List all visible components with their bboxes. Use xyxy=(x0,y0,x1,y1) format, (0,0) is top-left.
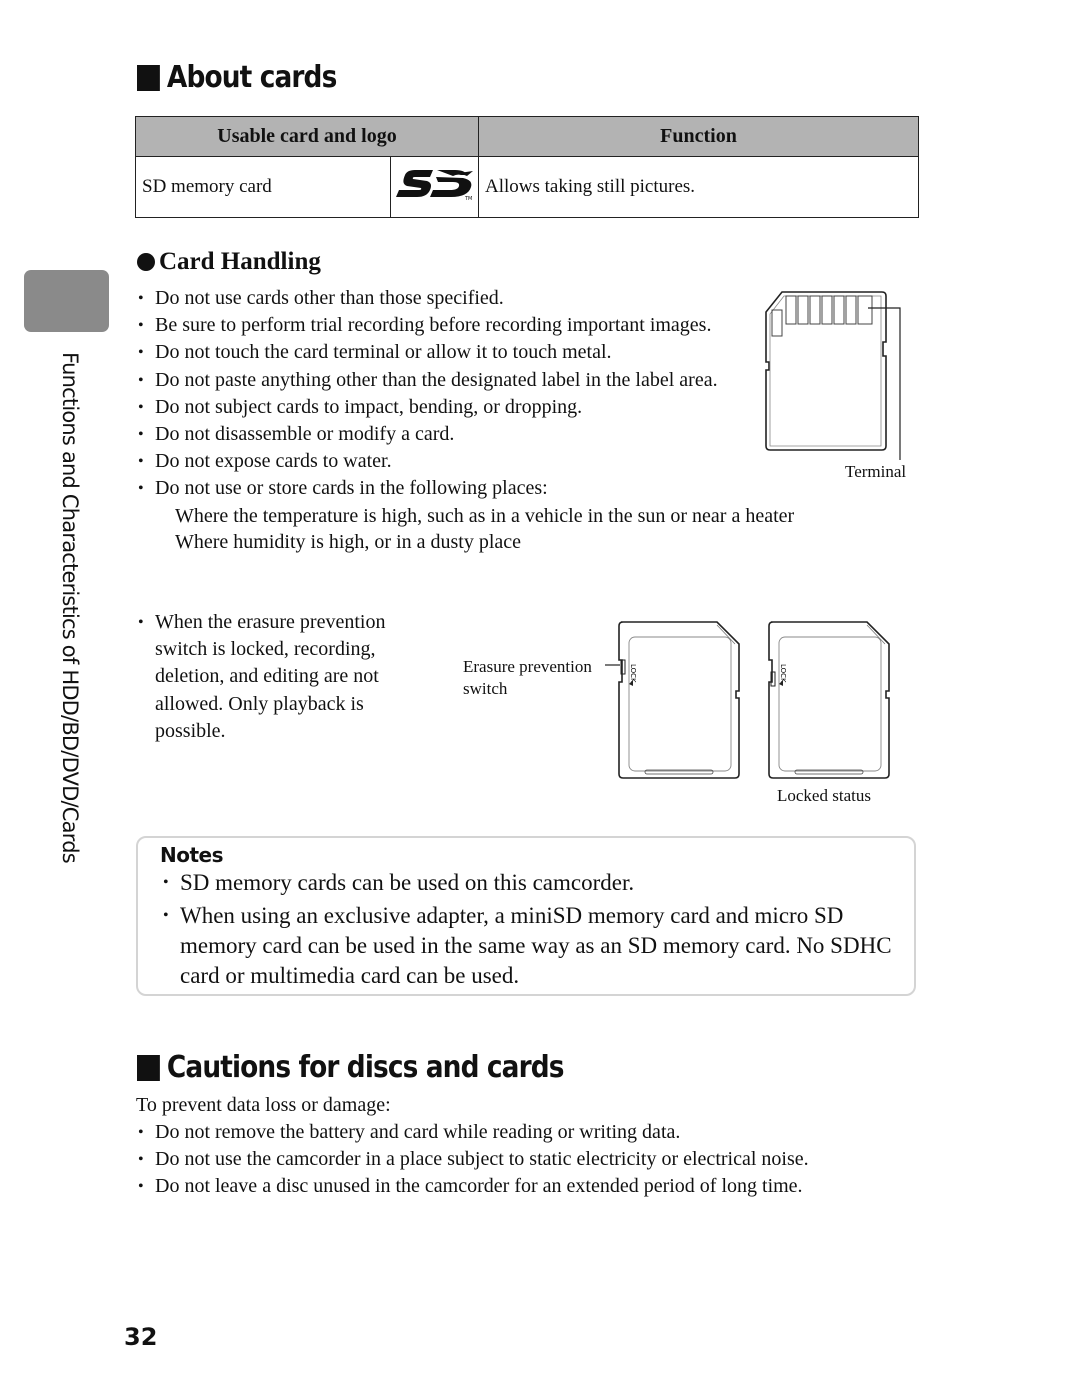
card-logo-cell: TM xyxy=(390,156,479,218)
list-item: Do not use or store cards in the followi… xyxy=(137,475,915,554)
about-cards-heading: About cards xyxy=(137,60,337,95)
terminal-label: Terminal xyxy=(845,462,907,481)
place-item: Where humidity is high, or in a dusty pl… xyxy=(175,530,522,553)
erasure-switch-label: Erasure prevention switch xyxy=(463,656,592,700)
erasure-switch-label-line2: switch xyxy=(463,679,508,698)
cautions-intro: To prevent data loss or damage: xyxy=(136,1094,391,1116)
table-header-function: Function xyxy=(478,116,919,157)
locked-status-label: Locked status xyxy=(777,786,871,805)
cautions-heading: Cautions for discs and cards xyxy=(137,1050,565,1085)
list-item: Do not leave a disc unused in the camcor… xyxy=(137,1173,917,1200)
pointer-line xyxy=(605,664,620,666)
place-item: Where the temperature is high, such as i… xyxy=(175,504,795,527)
table-header-card: Usable card and logo xyxy=(135,116,479,157)
square-bullet-icon xyxy=(137,1054,160,1081)
usable-cards-table: Usable card and logo Function SD memory … xyxy=(134,116,919,218)
square-bullet-icon xyxy=(137,64,160,91)
list-item: Be sure to perform trial recording befor… xyxy=(137,312,715,339)
card-handling-title: Card Handling xyxy=(159,248,321,275)
list-item: When the erasure prevention switch is lo… xyxy=(137,609,397,745)
list-item: Do not use the camcorder in a place subj… xyxy=(137,1146,917,1173)
places-intro: Do not use or store cards in the followi… xyxy=(155,477,548,500)
list-item: SD memory cards can be used on this camc… xyxy=(162,868,897,898)
list-item: Do not paste anything other than the des… xyxy=(137,367,735,394)
chapter-tab xyxy=(24,270,109,332)
chapter-title: Functions and Characteristics of HDD/BD/… xyxy=(58,352,82,863)
card-name-cell: SD memory card xyxy=(134,156,392,218)
list-item: Do not touch the card terminal or allow … xyxy=(137,339,737,366)
erasure-list: When the erasure prevention switch is lo… xyxy=(137,609,397,745)
page-number: 32 xyxy=(124,1323,158,1351)
card-handling-list: Do not use cards other than those specif… xyxy=(137,285,794,555)
list-item: Do not subject cards to impact, bending,… xyxy=(137,394,737,421)
about-cards-title: About cards xyxy=(166,60,337,95)
table-row: SD memory card TM Allows taking still pi… xyxy=(134,156,919,218)
list-item: Do not disassemble or modify a card. xyxy=(137,421,737,448)
notes-title: Notes xyxy=(160,843,224,867)
notes-list: SD memory cards can be used on this camc… xyxy=(162,868,897,994)
list-item: Do not expose cards to water. xyxy=(137,448,737,475)
sd-card-locked-diagram: LOCK xyxy=(768,621,890,779)
list-item: Do not use cards other than those specif… xyxy=(137,285,737,312)
sd-card-unlocked-diagram: LOCK xyxy=(618,621,740,779)
sd-logo-icon: TM xyxy=(395,170,473,202)
list-item: When using an exclusive adapter, a miniS… xyxy=(162,901,897,991)
cautions-title: Cautions for discs and cards xyxy=(166,1050,565,1085)
list-item: Do not remove the battery and card while… xyxy=(137,1119,917,1146)
cautions-list: Do not remove the battery and card while… xyxy=(137,1119,917,1201)
erasure-switch-label-line1: Erasure prevention xyxy=(463,657,592,676)
svg-text:TM: TM xyxy=(464,196,472,202)
sd-card-terminal-diagram xyxy=(765,291,901,460)
round-bullet-icon xyxy=(137,253,155,271)
card-handling-heading: Card Handling xyxy=(137,248,321,276)
card-function-cell: Allows taking still pictures. xyxy=(478,156,919,218)
notes-box: Notes SD memory cards can be used on thi… xyxy=(136,836,916,996)
